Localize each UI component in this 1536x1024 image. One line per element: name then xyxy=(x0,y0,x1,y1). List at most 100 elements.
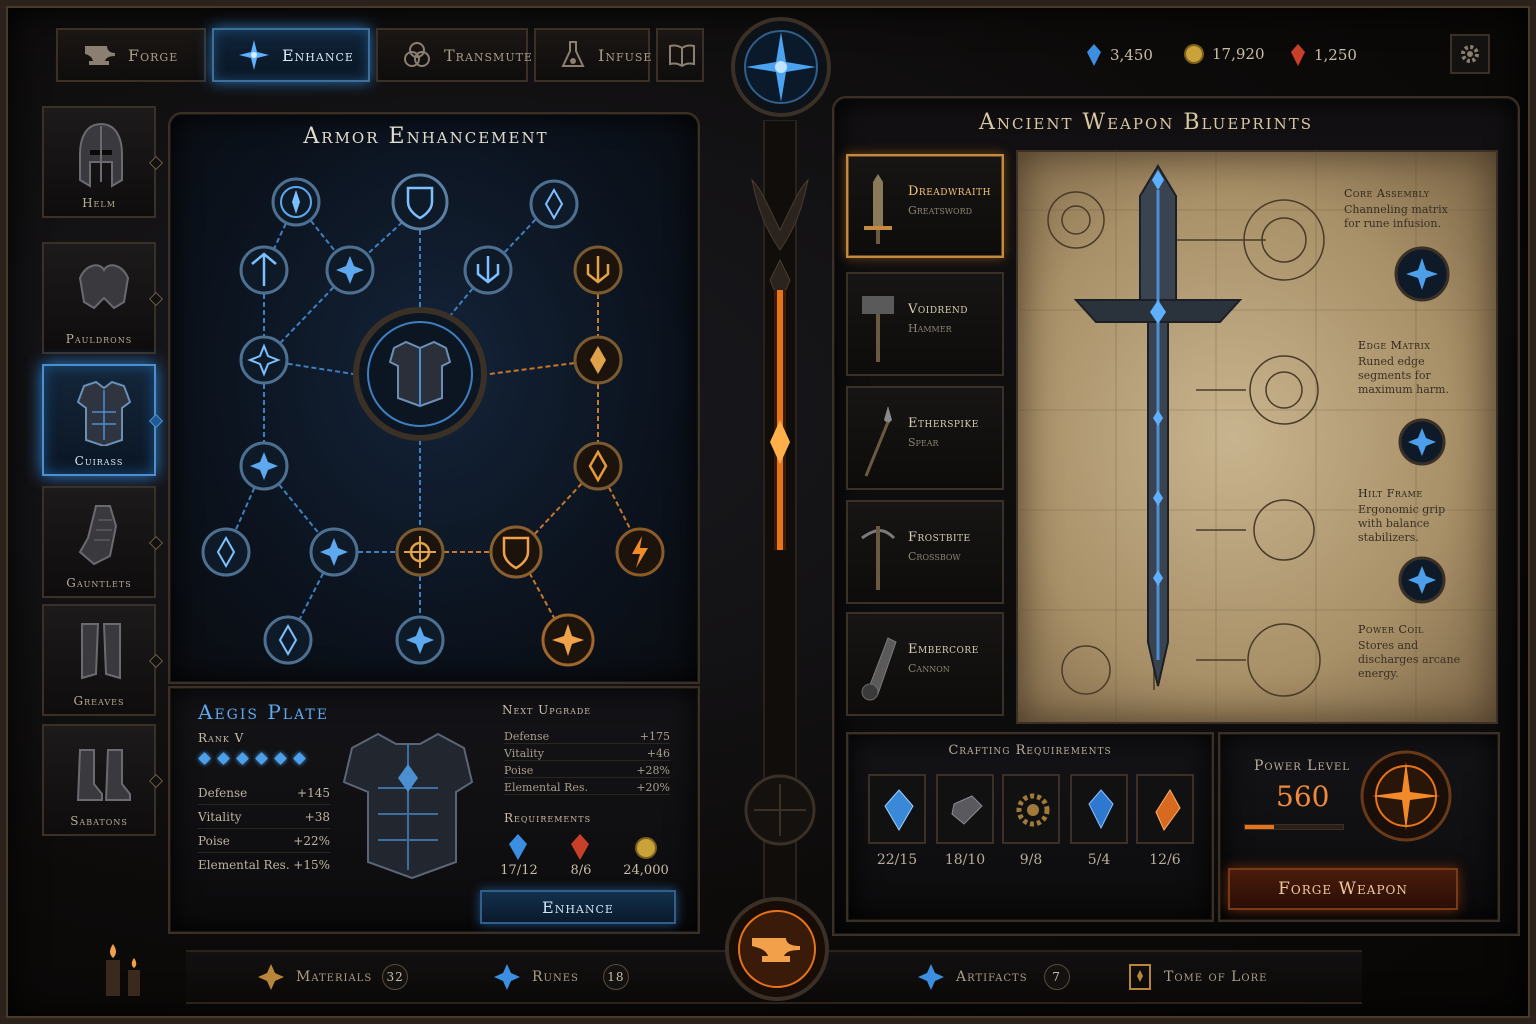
crafting-title: Crafting Requirements xyxy=(948,743,1112,758)
slot-helm-label: Helm xyxy=(82,196,116,210)
tree-node[interactable] xyxy=(394,526,446,578)
enhance-button[interactable]: Enhance xyxy=(480,890,676,924)
weapon-dreadwraith[interactable]: Dreadwraith Greatsword xyxy=(846,154,1004,258)
stat-name: Vitality xyxy=(198,810,242,824)
tree-node[interactable] xyxy=(572,244,624,296)
blue-gem-icon xyxy=(1088,789,1114,830)
rank-pip xyxy=(293,752,306,765)
cuirass-preview-image xyxy=(342,732,474,880)
stat-name: Poise xyxy=(504,764,534,777)
material-slot[interactable] xyxy=(1070,774,1128,844)
cog-icon xyxy=(1016,793,1050,827)
stat-name: Defense xyxy=(198,786,248,800)
weapon-etherspike[interactable]: Etherspike Spear xyxy=(846,386,1004,490)
material-slot[interactable] xyxy=(1002,774,1060,844)
stat-value: +28% xyxy=(636,764,670,777)
tree-node[interactable] xyxy=(540,612,596,668)
power-level-bar xyxy=(1244,824,1344,830)
materials-count-badge: 32 xyxy=(382,964,409,990)
forge-window: { "tabs":[{"label":"Forge","icon":"anvil… xyxy=(0,0,1536,1024)
weapon-frostbite[interactable]: Frostbite Crossbow xyxy=(846,500,1004,604)
forge-crest-bottom[interactable] xyxy=(722,894,832,1004)
tab-transmute[interactable]: Transmute xyxy=(376,28,532,82)
bottom-runes-label: Runes xyxy=(532,969,579,985)
slot-cuirass[interactable]: Cuirass xyxy=(42,364,164,476)
tree-node[interactable] xyxy=(270,176,322,228)
note-title: Edge Matrix xyxy=(1358,339,1431,352)
note-title: Core Assembly xyxy=(1344,187,1430,200)
slot-gauntlets[interactable]: Gauntlets xyxy=(42,486,164,598)
slot-gauntlets-label: Gauntlets xyxy=(66,576,132,590)
tree-node[interactable] xyxy=(572,334,624,386)
bottom-artifacts-button[interactable]: Artifacts 7 xyxy=(916,954,1070,1000)
power-sigil-icon xyxy=(1360,750,1452,842)
note-title: Hilt Frame xyxy=(1358,487,1423,500)
currency-gold-value: 17,920 xyxy=(1212,45,1265,63)
slot-connector xyxy=(148,155,164,171)
note-title: Power Coil xyxy=(1358,623,1424,636)
center-divider-ornament xyxy=(744,120,816,940)
slot-connector xyxy=(148,413,164,429)
rank-pip xyxy=(255,752,268,765)
slot-helm[interactable]: Helm xyxy=(42,106,164,218)
weapon-name: Frostbite xyxy=(908,530,971,545)
iron-ingot-icon xyxy=(951,795,983,825)
tree-node[interactable] xyxy=(462,244,514,296)
slot-connector xyxy=(148,653,164,669)
stat-row: Vitality +38 xyxy=(198,810,330,829)
material-count: 9/8 xyxy=(1019,852,1043,868)
anvil-icon xyxy=(85,46,115,65)
tab-infuse[interactable]: Infuse xyxy=(534,28,651,82)
tree-node[interactable] xyxy=(572,440,624,492)
tree-node[interactable] xyxy=(262,614,314,666)
weapon-voidrend[interactable]: Voidrend Hammer xyxy=(846,272,1004,376)
tree-node[interactable] xyxy=(614,526,666,578)
tree-node[interactable] xyxy=(238,244,290,296)
currency-crystals-value: 3,450 xyxy=(1110,46,1153,64)
tab-enhance[interactable]: Enhance xyxy=(212,28,370,82)
tree-node[interactable] xyxy=(394,614,446,666)
material-slot[interactable] xyxy=(936,774,994,844)
weapon-embercore[interactable]: Embercore Cannon xyxy=(846,612,1004,716)
armor-core-node[interactable] xyxy=(350,304,490,444)
bottom-tome-button[interactable]: Tome of Lore xyxy=(1126,954,1267,1000)
stat-name: Elemental Res. xyxy=(504,781,589,794)
material-count: 5/4 xyxy=(1087,852,1111,868)
stat-name: Vitality xyxy=(504,747,544,760)
stat-value: +20% xyxy=(636,781,670,794)
tree-node[interactable] xyxy=(488,524,544,580)
tree-node[interactable] xyxy=(324,244,376,296)
bottom-runes-button[interactable]: Runes 18 xyxy=(492,954,629,1000)
helm-icon xyxy=(79,122,123,188)
gauntlets-icon xyxy=(78,505,118,566)
tab-forge[interactable]: Forge xyxy=(56,28,206,82)
tab-lore[interactable] xyxy=(656,28,704,82)
weapon-name: Embercore xyxy=(908,642,979,657)
note-text: Stores and discharges arcane energy. xyxy=(1358,639,1461,680)
tree-node[interactable] xyxy=(238,440,290,492)
tree-node[interactable] xyxy=(308,526,360,578)
note-text: Channeling matrix for rune infusion. xyxy=(1344,203,1448,230)
forge-crest-top xyxy=(728,14,834,120)
material-slot[interactable] xyxy=(868,774,926,844)
bottom-materials-button[interactable]: Materials 32 xyxy=(256,954,409,1000)
settings-button[interactable] xyxy=(1450,34,1490,74)
bottom-tome-label: Tome of Lore xyxy=(1164,969,1268,985)
stat-value: +175 xyxy=(639,730,670,743)
pauldrons-icon xyxy=(78,264,130,310)
greatsword-icon xyxy=(864,174,892,244)
stat-name: Defense xyxy=(504,730,550,743)
spear-icon xyxy=(864,406,892,477)
stat-value: +38 xyxy=(304,810,330,824)
hammer-icon xyxy=(862,296,894,362)
tree-node[interactable] xyxy=(238,334,290,386)
tree-node[interactable] xyxy=(200,526,252,578)
artifact-icon xyxy=(918,964,944,990)
tree-node[interactable] xyxy=(528,178,580,230)
slot-pauldrons[interactable]: Pauldrons xyxy=(42,242,164,354)
slot-greaves[interactable]: Greaves xyxy=(42,604,164,716)
material-slot[interactable] xyxy=(1136,774,1194,844)
slot-sabatons[interactable]: Sabatons xyxy=(42,724,164,836)
tree-node[interactable] xyxy=(390,172,450,232)
forge-weapon-button[interactable]: Forge Weapon xyxy=(1228,868,1458,910)
